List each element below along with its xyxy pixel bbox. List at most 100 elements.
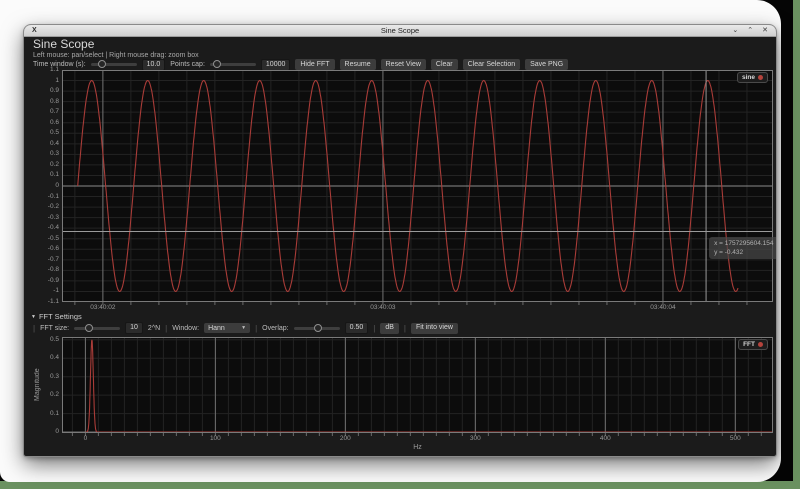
y-tick-label: 0.5 xyxy=(49,335,59,343)
y-tick-label: -0.9 xyxy=(47,276,59,284)
y-tick-label: 0.7 xyxy=(49,107,59,115)
save-png-button[interactable]: Save PNG xyxy=(525,59,569,71)
y-tick-label: -0.2 xyxy=(47,202,59,210)
fft-axis-ticks xyxy=(71,433,762,436)
y-tick-label: -0.7 xyxy=(47,255,59,263)
y-tick-label: -1 xyxy=(53,287,59,295)
x-tick-label: 500 xyxy=(729,435,741,442)
y-tick-label: -0.5 xyxy=(47,234,59,242)
window-titlebar[interactable]: X Sine Scope ⌄ ⌃ ✕ xyxy=(24,25,776,37)
separator: | xyxy=(403,323,406,333)
maximize-icon[interactable]: ⌃ xyxy=(747,27,753,34)
fft-settings-title: FFT Settings xyxy=(38,312,82,321)
y-tick-label: -1.1 xyxy=(47,297,59,305)
separator: | xyxy=(165,323,168,333)
overlap-label: Overlap: xyxy=(262,324,289,332)
clear-selection-button[interactable]: Clear Selection xyxy=(462,59,521,71)
scope-legend-label: sine xyxy=(741,74,755,81)
reset-view-button[interactable]: Reset View xyxy=(380,59,426,71)
x-tick-label: 400 xyxy=(599,435,611,442)
overlap-slider[interactable] xyxy=(293,323,340,333)
separator: | xyxy=(255,323,258,333)
fft-size-value[interactable]: 10 xyxy=(125,322,143,335)
slider-track[interactable] xyxy=(74,326,121,330)
x-tick-label: 03:40:02 xyxy=(90,304,116,311)
desktop-green-edge-right xyxy=(793,0,800,489)
y-tick-label: 0.6 xyxy=(49,118,59,126)
x-tick-label: 200 xyxy=(339,435,351,442)
y-tick-label: 0.5 xyxy=(49,129,59,137)
fft-legend[interactable]: FFT xyxy=(738,339,768,350)
points-cap-label: Points cap: xyxy=(170,61,205,69)
time-window-slider[interactable] xyxy=(90,60,137,69)
x-tick-label: 300 xyxy=(469,435,481,442)
y-tick-label: 1 xyxy=(55,76,59,84)
scope-plot[interactable]: -1.1 -1 -0.9 -0.8 -0.7 -0.6 -0.5 -0.4 -0.3 -0.2 -0… xyxy=(48,66,776,311)
window-title: Sine Scope xyxy=(380,26,420,35)
y-tick-label: 0.2 xyxy=(49,160,59,168)
overlap-value[interactable]: 0.50 xyxy=(344,322,369,335)
separator: | xyxy=(373,323,376,333)
y-tick-label: 0.4 xyxy=(49,139,59,147)
y-tick-label: 0.1 xyxy=(49,171,59,179)
y-tick-label: -0.3 xyxy=(47,213,59,221)
separator: | xyxy=(33,323,36,333)
mouse-hint: Left mouse: pan/select | Right mouse dra… xyxy=(33,51,199,59)
fft-size-slider[interactable] xyxy=(74,323,121,333)
slider-handle[interactable] xyxy=(98,60,107,69)
fft-size-label: FFT size: xyxy=(40,324,70,332)
fft-plot[interactable]: 0 0.1 0.2 0.3 0.4 0.5 0 100 200 300 400 500 Magnit… xyxy=(34,336,773,451)
y-tick-label: 0.4 xyxy=(49,353,59,361)
time-window-label: Time window (s): xyxy=(33,61,86,69)
slider-handle[interactable] xyxy=(313,323,322,332)
desktop-background: X Sine Scope ⌄ ⌃ ✕ Sine Scope Left mouse… xyxy=(0,0,800,489)
y-tick-label: -0.6 xyxy=(47,245,59,253)
fft-y-axis: 0 0.1 0.2 0.3 0.4 0.5 xyxy=(35,335,59,434)
fft-size-suffix: 2^N xyxy=(147,324,161,332)
db-toggle-button[interactable]: dB xyxy=(380,322,399,334)
page-title: Sine Scope xyxy=(33,37,95,51)
y-tick-label: 0 xyxy=(55,181,59,189)
scope-axis-ticks xyxy=(74,302,748,305)
resume-button[interactable]: Resume xyxy=(339,59,376,71)
sine-scope-window: X Sine Scope ⌄ ⌃ ✕ Sine Scope Left mouse… xyxy=(23,24,777,457)
minimize-icon[interactable]: ⌄ xyxy=(732,27,738,34)
fft-y-axis-title: Magnitude xyxy=(34,368,41,402)
fit-into-view-button[interactable]: Fit into view xyxy=(410,322,458,334)
y-tick-label: 0.3 xyxy=(49,372,59,380)
series-color-dot xyxy=(758,342,763,347)
y-tick-label: 0.8 xyxy=(49,97,59,105)
desktop-green-edge-bottom xyxy=(0,481,800,489)
fft-x-axis-title: Hz xyxy=(413,444,422,451)
window-select-label: Window: xyxy=(172,324,200,332)
hide-fft-button[interactable]: Hide FFT xyxy=(295,59,335,71)
scope-legend[interactable]: sine xyxy=(736,72,768,83)
slider-handle[interactable] xyxy=(213,60,222,69)
fft-canvas[interactable] xyxy=(62,337,773,433)
clear-button[interactable]: Clear xyxy=(430,59,458,71)
fft-settings-header[interactable]: ▼ FFT Settings xyxy=(31,312,82,321)
fft-toolbar: | FFT size: 10 2^N | Window: Hann ▼ | Ov… xyxy=(33,322,458,335)
window-select-dropdown[interactable]: Hann ▼ xyxy=(204,323,251,334)
y-tick-label: 0.9 xyxy=(49,86,59,94)
x-tick-label: 100 xyxy=(209,435,221,442)
y-tick-label: 0.3 xyxy=(49,150,59,158)
scope-x-axis: 03:40:02 03:40:03 03:40:04 xyxy=(62,304,773,313)
y-tick-label: -0.4 xyxy=(47,223,59,231)
slider-handle[interactable] xyxy=(84,323,93,332)
x-tick-label: 03:40:03 xyxy=(370,304,396,311)
y-tick-label: 0.1 xyxy=(49,409,59,417)
y-tick-label: -0.1 xyxy=(47,192,59,200)
close-icon[interactable]: ✕ xyxy=(762,27,768,34)
points-cap-slider[interactable] xyxy=(209,60,256,69)
tooltip-x-value: x = 1757295604.154 xyxy=(714,239,774,247)
fft-legend-label: FFT xyxy=(743,341,755,348)
tooltip-y-value: y = -0.432 xyxy=(714,248,744,256)
y-tick-label: 0.2 xyxy=(49,390,59,398)
fft-x-axis: 0 100 200 300 400 500 xyxy=(62,435,773,444)
collapse-icon[interactable]: ▼ xyxy=(31,314,36,320)
x-tick-label: 0 xyxy=(83,435,88,442)
chevron-down-icon: ▼ xyxy=(241,325,247,332)
scope-canvas[interactable] xyxy=(62,70,773,302)
x-tick-label: 03:40:04 xyxy=(650,304,676,311)
